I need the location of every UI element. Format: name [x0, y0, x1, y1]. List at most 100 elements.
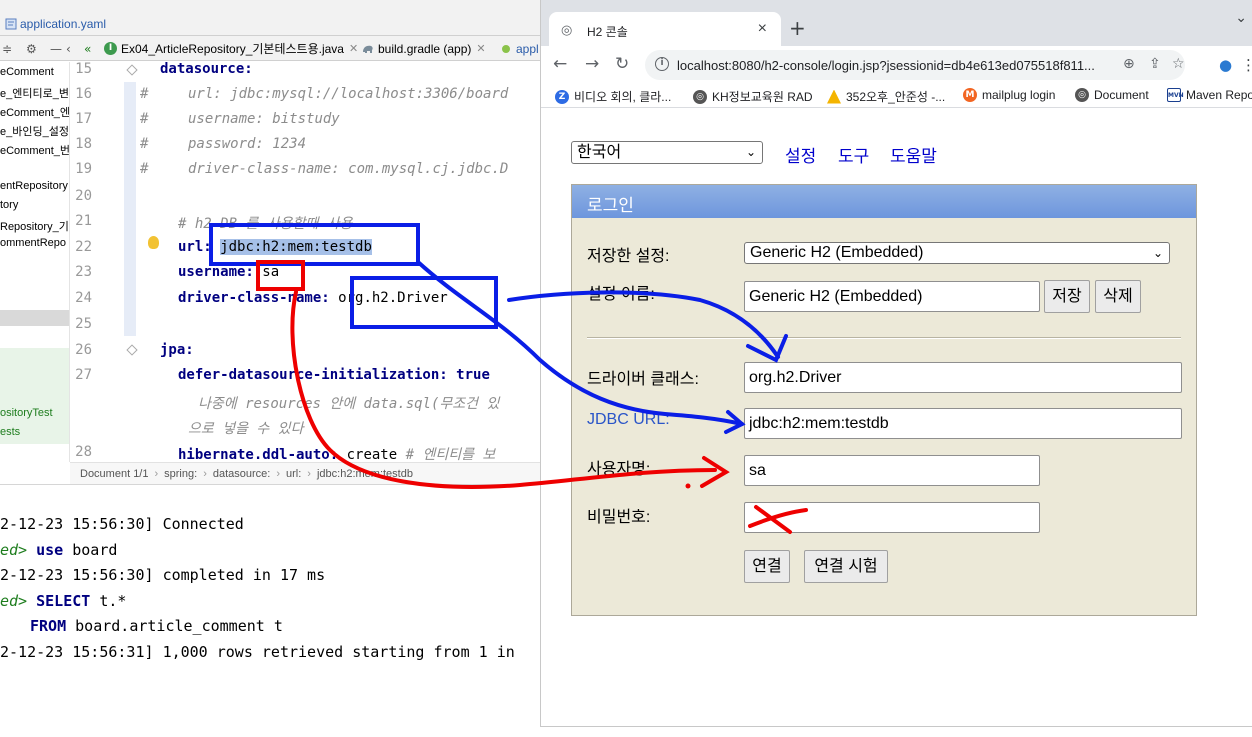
reload-icon[interactable]: ↻	[615, 54, 629, 74]
tab-scroll-left-icon[interactable]: ‹	[66, 42, 71, 56]
fold-marker-icon[interactable]	[126, 64, 138, 76]
project-item[interactable]: eComment_번	[0, 142, 69, 158]
breadcrumb-separator-icon: ›	[154, 467, 159, 480]
bookmark-item[interactable]: ◎ KH정보교육원 RAD	[693, 88, 813, 105]
code-line-28[interactable]: hibernate.ddl-auto: create # 엔티티를 보	[178, 444, 495, 464]
code-line-27[interactable]: defer-datasource-initialization: true	[178, 367, 490, 383]
settings-link[interactable]: 설정	[785, 142, 816, 167]
tools-link[interactable]: 도구	[838, 142, 869, 167]
code-line-15[interactable]: datasource:	[160, 61, 253, 77]
code-line-27-cont[interactable]: 으로 넣을 수 있다	[188, 418, 303, 438]
line-number: 18	[75, 136, 92, 152]
code-line-19[interactable]: driver-class-name: com.mysql.cj.jdbc.D	[188, 161, 508, 177]
password-input[interactable]	[744, 502, 1040, 533]
project-item[interactable]: ommentRepo	[0, 237, 66, 249]
line-number: 26	[75, 342, 92, 358]
code-line-27-cont[interactable]: 나중에 resources 안에 data.sql(무조건 있	[198, 393, 499, 413]
forward-icon[interactable]: →	[585, 54, 599, 74]
chevron-down-icon: ⌄	[1152, 246, 1163, 260]
login-panel: 로그인 저장한 설정: Generic H2 (Embedded) ⌄ 설정 이…	[571, 184, 1197, 616]
file-path-label[interactable]: application.yaml	[20, 17, 106, 31]
browser-toolbar: ← → ↻ i localhost:8080/h2-console/login.…	[541, 46, 1252, 84]
line-number: 19	[75, 161, 92, 177]
line-number: 21	[75, 213, 92, 229]
code-line-16[interactable]: url: jdbc:mysql://localhost:3306/board	[188, 86, 508, 102]
code-line-22[interactable]: url: jdbc:h2:mem:testdb	[178, 239, 372, 255]
bookmark-item[interactable]: 352오후_안준성 -...	[827, 88, 945, 105]
delete-button[interactable]: 삭제	[1095, 280, 1141, 313]
code-line-26[interactable]: jpa:	[160, 342, 194, 358]
close-tab-icon[interactable]: ×	[758, 20, 767, 38]
project-item[interactable]: e_엔티티로_변	[0, 85, 69, 101]
url-text: localhost:8080/h2-console/login.jsp?jses…	[677, 58, 1095, 73]
address-bar[interactable]: i localhost:8080/h2-console/login.jsp?js…	[645, 50, 1185, 80]
project-item[interactable]: e_바인딩_설정	[0, 123, 69, 139]
code-line-23[interactable]: username: sa	[178, 264, 279, 280]
project-item[interactable]: ests	[0, 426, 20, 438]
project-item[interactable]: entRepository	[0, 180, 68, 192]
breadcrumb-item[interactable]: datasource:	[213, 468, 270, 480]
zoom-app-icon: Z	[555, 89, 569, 104]
zoom-icon[interactable]: ⊕	[1123, 56, 1135, 72]
setting-name-input[interactable]: Generic H2 (Embedded)	[744, 281, 1040, 312]
connect-button[interactable]: 연결	[744, 550, 790, 583]
lightbulb-icon[interactable]	[148, 236, 159, 249]
save-button[interactable]: 저장	[1044, 280, 1090, 313]
db-console-output: 2-12-23 15:56:30] Connected ed> use boar…	[0, 484, 541, 737]
project-item[interactable]: ositoryTest	[0, 407, 53, 419]
bookmark-item[interactable]: Mmailplug login	[963, 88, 1055, 102]
site-info-icon[interactable]: i	[655, 57, 669, 71]
code-line-21[interactable]: # h2 DB 를 사용할때 사용	[178, 213, 352, 233]
star-icon[interactable]: ☆	[1172, 56, 1185, 72]
driver-class-input[interactable]: org.h2.Driver	[744, 362, 1182, 393]
project-item[interactable]: eComment	[0, 66, 54, 78]
jdbc-url-input[interactable]: jdbc:h2:mem:testdb	[744, 408, 1182, 439]
console-line: ed> SELECT t.*	[0, 592, 127, 610]
line-number: 17	[75, 111, 92, 127]
breadcrumb-item[interactable]: jdbc:h2:mem:testdb	[317, 468, 413, 480]
editor-tab-ex04[interactable]: I Ex04_ArticleRepository_기본테스트용.java ✕	[104, 36, 358, 61]
minimize-icon[interactable]: —	[50, 42, 62, 56]
breadcrumb-item[interactable]: spring:	[164, 468, 197, 480]
bookmark-item[interactable]: Z 비디오 회의, 클라...	[555, 88, 671, 105]
share-icon[interactable]: ⇪	[1149, 56, 1161, 72]
back-icon[interactable]: ←	[553, 54, 567, 74]
tabs-overflow-icon[interactable]: «	[84, 42, 91, 56]
editor-tab-build-gradle[interactable]: build.gradle (app) ✕	[362, 36, 486, 61]
language-select[interactable]: 한국어 ⌄	[571, 141, 763, 164]
saved-settings-select[interactable]: Generic H2 (Embedded) ⌄	[744, 242, 1170, 264]
bookmarks-bar: Z 비디오 회의, 클라... ◎ KH정보교육원 RAD 352오후_안준성 -.…	[541, 84, 1252, 108]
project-item[interactable]: eComment_엔	[0, 104, 69, 120]
breadcrumb-separator-icon: ›	[307, 467, 311, 480]
breadcrumb-item[interactable]: url:	[286, 468, 301, 480]
console-line: 2-12-23 15:56:31] 1,000 rows retrieved s…	[0, 643, 515, 661]
collapse-icon[interactable]: ≑	[2, 42, 12, 56]
close-icon[interactable]: ✕	[349, 42, 358, 55]
close-icon[interactable]: ✕	[476, 42, 485, 55]
help-link[interactable]: 도움말	[890, 142, 937, 167]
tab-search-icon[interactable]: ⌄	[1235, 10, 1247, 26]
project-item[interactable]: tory	[0, 199, 18, 211]
code-line-24[interactable]: driver-class-name: org.h2.Driver	[178, 290, 448, 306]
ide-file-path-bar: application.yaml	[0, 12, 541, 36]
bookmark-item[interactable]: MVN Maven Repo	[1167, 88, 1252, 102]
gear-icon[interactable]: ⚙	[26, 42, 37, 56]
bookmark-item[interactable]: ◎ Document	[1075, 88, 1149, 102]
code-line-18[interactable]: password: 1234	[188, 136, 306, 152]
new-tab-icon[interactable]: +	[789, 16, 806, 40]
breadcrumb-item[interactable]: Document 1/1	[80, 468, 148, 480]
username-input[interactable]: sa	[744, 455, 1040, 486]
more-menu-icon[interactable]: ⋮	[1241, 56, 1252, 74]
editor-tab-application-yaml[interactable]: appl	[500, 36, 539, 61]
project-item[interactable]: Repository_기본	[0, 218, 69, 234]
code-line-17[interactable]: username: bitstudy	[188, 111, 340, 127]
line-number: 16	[75, 86, 92, 102]
comment-marker: #	[140, 136, 149, 152]
line-number: 15	[75, 61, 92, 77]
saved-settings-label: 저장한 설정:	[587, 248, 670, 265]
fold-marker-icon[interactable]	[126, 344, 138, 356]
browser-tab-h2-console[interactable]: ◎ H2 콘솔 ×	[549, 12, 781, 46]
password-label: 비밀번호:	[587, 509, 651, 526]
test-connection-button[interactable]: 연결 시험	[804, 550, 888, 583]
extension-icon[interactable]: ●	[1219, 56, 1232, 74]
